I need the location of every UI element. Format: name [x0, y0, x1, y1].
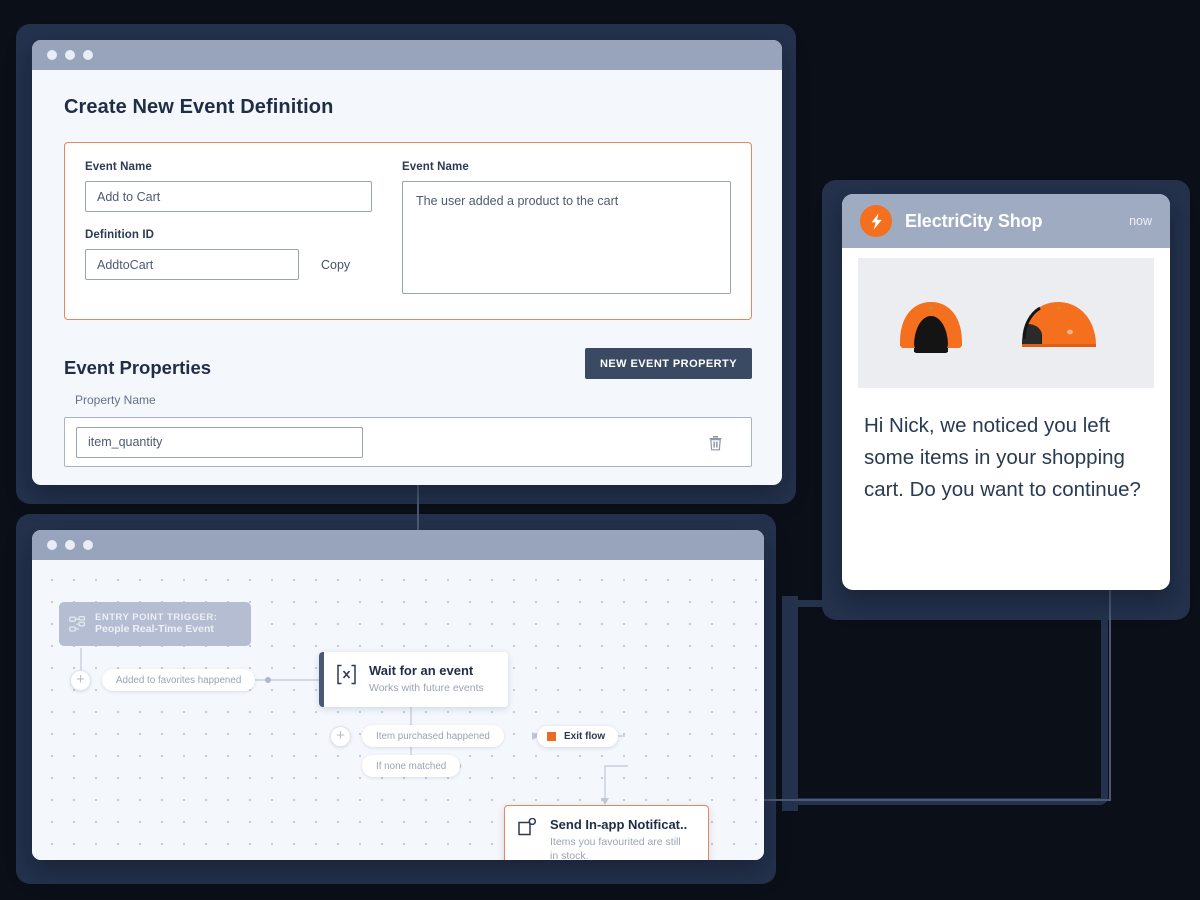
- page-title: Create New Event Definition: [64, 96, 334, 118]
- notification-message: Hi Nick, we noticed you left some items …: [864, 414, 1141, 501]
- definition-card: Event Name Definition ID Copy Event Name…: [64, 142, 752, 320]
- event-name-input[interactable]: [85, 181, 372, 212]
- trigger-label-line1: ENTRY POINT TRIGGER:: [95, 611, 218, 623]
- property-name-input[interactable]: [76, 426, 363, 458]
- copy-button[interactable]: Copy: [321, 258, 350, 272]
- window-minimize-dot[interactable]: [65, 540, 75, 550]
- add-step-button[interactable]: +: [70, 670, 91, 691]
- event-properties-header: Event Properties NEW EVENT PROPERTY: [64, 348, 752, 379]
- connector-node-to-notification: [709, 561, 1111, 801]
- notification-icon: [517, 817, 539, 860]
- brand-name: ElectriCity Shop: [905, 210, 1043, 231]
- flow-node-send-in-app-notification[interactable]: Send In-app Notificat.. Items you favour…: [504, 805, 709, 860]
- trigger-label-line2: People Real-Time Event: [95, 623, 214, 636]
- bracket-x-icon: [336, 663, 358, 695]
- event-name-label: Event Name: [85, 161, 152, 173]
- flow-canvas[interactable]: ENTRY POINT TRIGGER: People Real-Time Ev…: [32, 560, 764, 860]
- sitemap-icon: [69, 615, 86, 633]
- property-name-column-header: Property Name: [75, 393, 156, 407]
- trash-icon[interactable]: [708, 434, 723, 451]
- new-event-property-button[interactable]: NEW EVENT PROPERTY: [584, 348, 752, 379]
- notification-header: ElectriCity Shop now: [842, 194, 1170, 248]
- window-maximize-dot[interactable]: [83, 50, 93, 60]
- event-description-label: Event Name: [402, 161, 469, 173]
- entry-point-trigger[interactable]: ENTRY POINT TRIGGER: People Real-Time Ev…: [59, 602, 251, 646]
- exit-flow-label: Exit flow: [564, 731, 606, 742]
- node-subtitle: Works with future events: [369, 682, 484, 694]
- definition-id-input[interactable]: [85, 249, 299, 280]
- branch-pill-if-none-matched[interactable]: If none matched: [362, 755, 461, 777]
- flow-node-wait-for-event[interactable]: Wait for an event Works with future even…: [319, 652, 508, 708]
- window-close-dot[interactable]: [47, 540, 57, 550]
- lightning-bolt-icon: [860, 205, 892, 237]
- event-properties-title: Event Properties: [64, 357, 212, 378]
- hero-image: [858, 258, 1154, 388]
- exit-flow-node[interactable]: Exit flow: [537, 726, 619, 747]
- event-description-textarea[interactable]: The user added a product to the cart: [402, 181, 731, 294]
- window-minimize-dot[interactable]: [65, 50, 75, 60]
- node-title: Wait for an event: [369, 663, 474, 678]
- branch-pill-added-to-favorites[interactable]: Added to favorites happened: [102, 669, 256, 691]
- window-titlebar: [32, 40, 782, 70]
- flow-builder-window: ENTRY POINT TRIGGER: People Real-Time Ev…: [32, 530, 764, 860]
- exit-flow-marker-icon: [547, 732, 556, 741]
- definition-id-label: Definition ID: [85, 229, 155, 241]
- event-definition-window: Create New Event Definition Event Name D…: [32, 40, 782, 485]
- window-maximize-dot[interactable]: [83, 540, 93, 550]
- notification-timestamp: now: [1129, 214, 1152, 228]
- window-titlebar: [32, 530, 764, 560]
- add-step-button[interactable]: +: [330, 726, 351, 747]
- table-row: [64, 417, 752, 467]
- node-title: Send In-app Notificat..: [550, 817, 688, 832]
- node-subtitle: Items you favourited are still in stock.: [550, 836, 681, 860]
- branch-pill-item-purchased[interactable]: Item purchased happened: [362, 725, 504, 747]
- push-notification-preview: ElectriCity Shop now Hi Nick, we noticed…: [842, 194, 1170, 590]
- window-close-dot[interactable]: [47, 50, 57, 60]
